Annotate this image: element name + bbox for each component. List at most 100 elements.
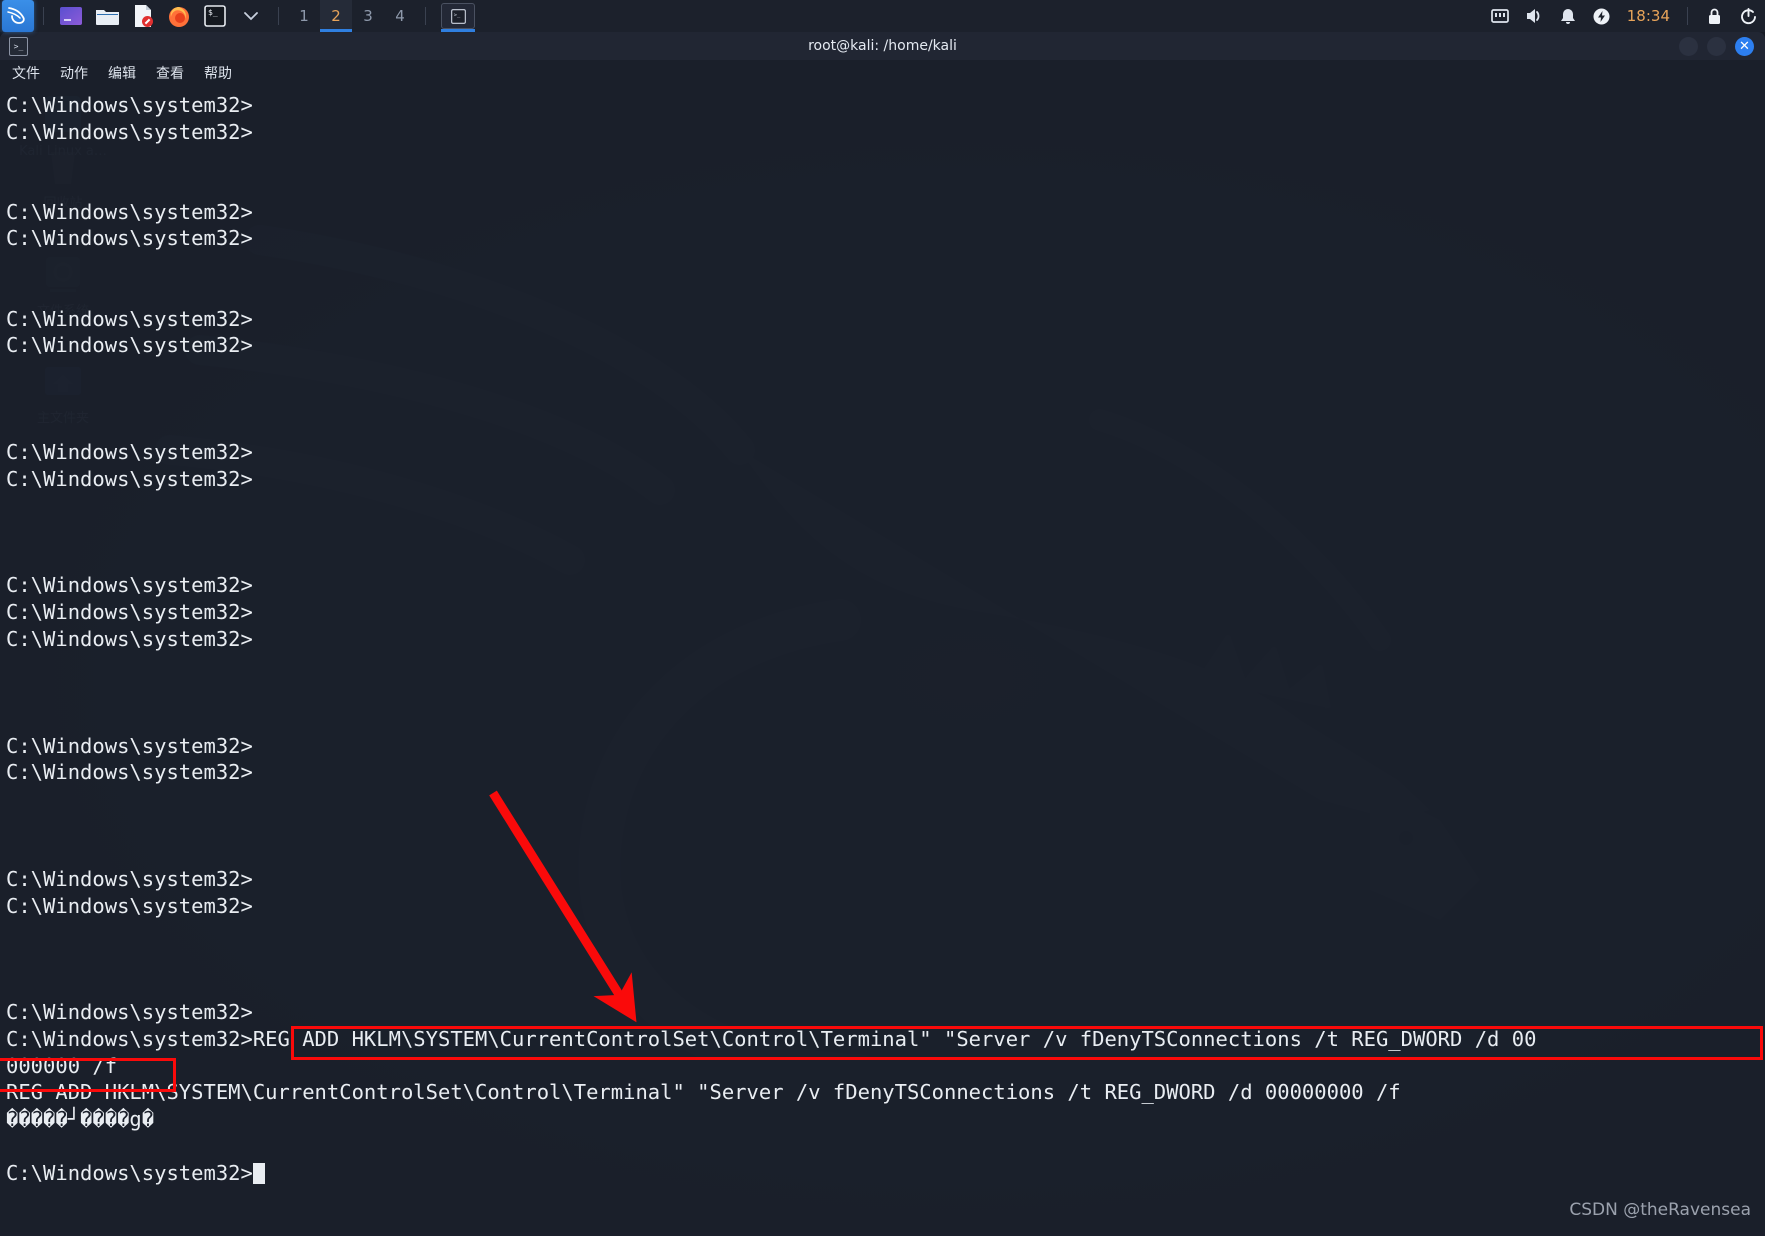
network-icon[interactable] [1485,1,1515,31]
close-button[interactable]: ✕ [1735,37,1754,56]
terminal-echo-line: REG ADD HKLM\SYSTEM\CurrentControlSet\Co… [6,1079,1765,1106]
chevron-down-icon [244,11,258,21]
terminal-garbled-output-line: �����┘����g� [6,1106,1765,1133]
terminal-prompt-line: C:\Windows\system32> [6,306,1765,333]
kali-menu-button[interactable] [2,0,34,32]
panel-separator-2 [278,7,279,25]
window-titlebar[interactable]: >_ root@kali: /home/kali ✕ [0,32,1765,60]
menu-actions[interactable]: 动作 [60,63,88,83]
document-blocked-icon [132,4,154,28]
logout-button[interactable] [1733,1,1763,31]
terminal-blank-line [6,359,1765,386]
terminal-prompt-line: C:\Windows\system32> [6,866,1765,893]
firefox-icon [167,4,191,28]
terminal-window-icon [59,6,83,26]
terminal-window: >_ root@kali: /home/kali ✕ 文件 动作 编辑 查看 帮… [0,32,1765,1232]
terminal-blank-line [6,919,1765,946]
menu-bar: 文件 动作 编辑 查看 帮助 [0,60,1765,86]
terminal-blank-line [6,652,1765,679]
notifications-icon[interactable] [1553,1,1583,31]
terminal-blank-line [6,492,1765,519]
logout-icon [1739,7,1758,26]
terminal-prompt-line: C:\Windows\system32> [6,999,1765,1026]
workspace-label: 4 [395,7,405,25]
terminal-prompt-line: C:\Windows\system32> [6,572,1765,599]
terminal-blank-line [6,679,1765,706]
terminal-blank-line [6,546,1765,573]
taskbar-item-terminal[interactable]: >_ [441,3,475,29]
terminal-prompt-line: C:\Windows\system32> [6,466,1765,493]
svg-text:>_: >_ [453,12,460,18]
maximize-button[interactable] [1707,37,1726,56]
lock-screen-button[interactable] [1699,1,1729,31]
terminal-prompt-line: C:\Windows\system32> [6,119,1765,146]
window-title: root@kali: /home/kali [0,38,1765,54]
terminal-blank-line [6,252,1765,279]
terminal-blank-line [6,519,1765,546]
terminal-blank-line [6,786,1765,813]
terminal-prompt-line: C:\Windows\system32> [6,759,1765,786]
terminal-blank-line [6,145,1765,172]
workspace-label: 2 [331,7,341,25]
terminal-prompt: C:\Windows\system32> [6,1161,253,1185]
panel-separator-1 [43,7,44,25]
workspace-label: 3 [363,7,373,25]
text-editor-launcher[interactable] [128,1,158,31]
terminal-active-prompt-line: C:\Windows\system32> [6,1160,1765,1187]
terminal-prompt-line: C:\Windows\system32> [6,599,1765,626]
terminal-blank-line [6,386,1765,413]
workspace-3[interactable]: 3 [352,0,384,32]
launcher-dropdown-button[interactable] [236,1,266,31]
menu-help[interactable]: 帮助 [204,63,232,83]
terminal-blank-line [6,946,1765,973]
terminal-prompt-line: C:\Windows\system32> [6,225,1765,252]
menu-edit[interactable]: 编辑 [108,63,136,83]
terminal-blank-line [6,172,1765,199]
kali-dragon-icon [6,4,30,28]
terminal-blank-line [6,813,1765,840]
terminal-prompt-line: C:\Windows\system32> [6,626,1765,653]
terminal-prompt-line: C:\Windows\system32> [6,199,1765,226]
svg-text:$_: $_ [208,8,218,17]
bell-icon [1559,7,1577,26]
terminal-command-line: C:\Windows\system32>REG ADD HKLM\SYSTEM\… [6,1026,1765,1053]
file-manager-launcher[interactable] [92,1,122,31]
speaker-icon [1524,7,1544,25]
terminal-blank-line [6,279,1765,306]
terminal-blank-line [6,412,1765,439]
terminal-blank-line [6,1133,1765,1160]
menu-view[interactable]: 查看 [156,63,184,83]
minimize-button[interactable] [1679,37,1698,56]
terminal-blank-line [6,839,1765,866]
top-panel: $_ 1 2 3 4 >_ [0,0,1765,32]
workspace-2[interactable]: 2 [320,0,352,32]
ethernet-icon [1490,7,1510,25]
workspace-4[interactable]: 4 [384,0,416,32]
clock[interactable]: 18:34 [1619,7,1678,25]
firefox-launcher[interactable] [164,1,194,31]
csdn-watermark: CSDN @theRavensea [1569,1200,1751,1220]
terminal-prompt-icon: $_ [204,5,226,27]
volume-icon[interactable] [1519,1,1549,31]
terminal-prompt-icon: >_ [451,9,466,24]
terminal-prompt-icon: >_ [9,37,28,56]
terminal-launcher[interactable]: $_ [200,1,230,31]
panel-separator-3 [425,7,426,25]
power-manager-icon[interactable] [1587,1,1617,31]
terminal-blank-line [6,706,1765,733]
terminal-output-area[interactable]: C:\Windows\system32>C:\Windows\system32>… [0,86,1765,1232]
terminal-blank-line [6,973,1765,1000]
panel-separator-4 [1687,7,1688,25]
workspace-1[interactable]: 1 [288,0,320,32]
terminal-prompt-line: C:\Windows\system32> [6,733,1765,760]
terminal-emulator-launcher[interactable] [56,1,86,31]
menu-file[interactable]: 文件 [12,63,40,83]
terminal-cursor [253,1163,265,1184]
terminal-prompt-line: C:\Windows\system32> [6,439,1765,466]
battery-bolt-icon [1592,7,1611,26]
terminal-prompt-line: C:\Windows\system32> [6,893,1765,920]
window-buttons: ✕ [1679,37,1754,56]
workspace-label: 1 [299,7,309,25]
terminal-prompt-line: C:\Windows\system32> [6,92,1765,119]
folder-icon [95,5,120,27]
